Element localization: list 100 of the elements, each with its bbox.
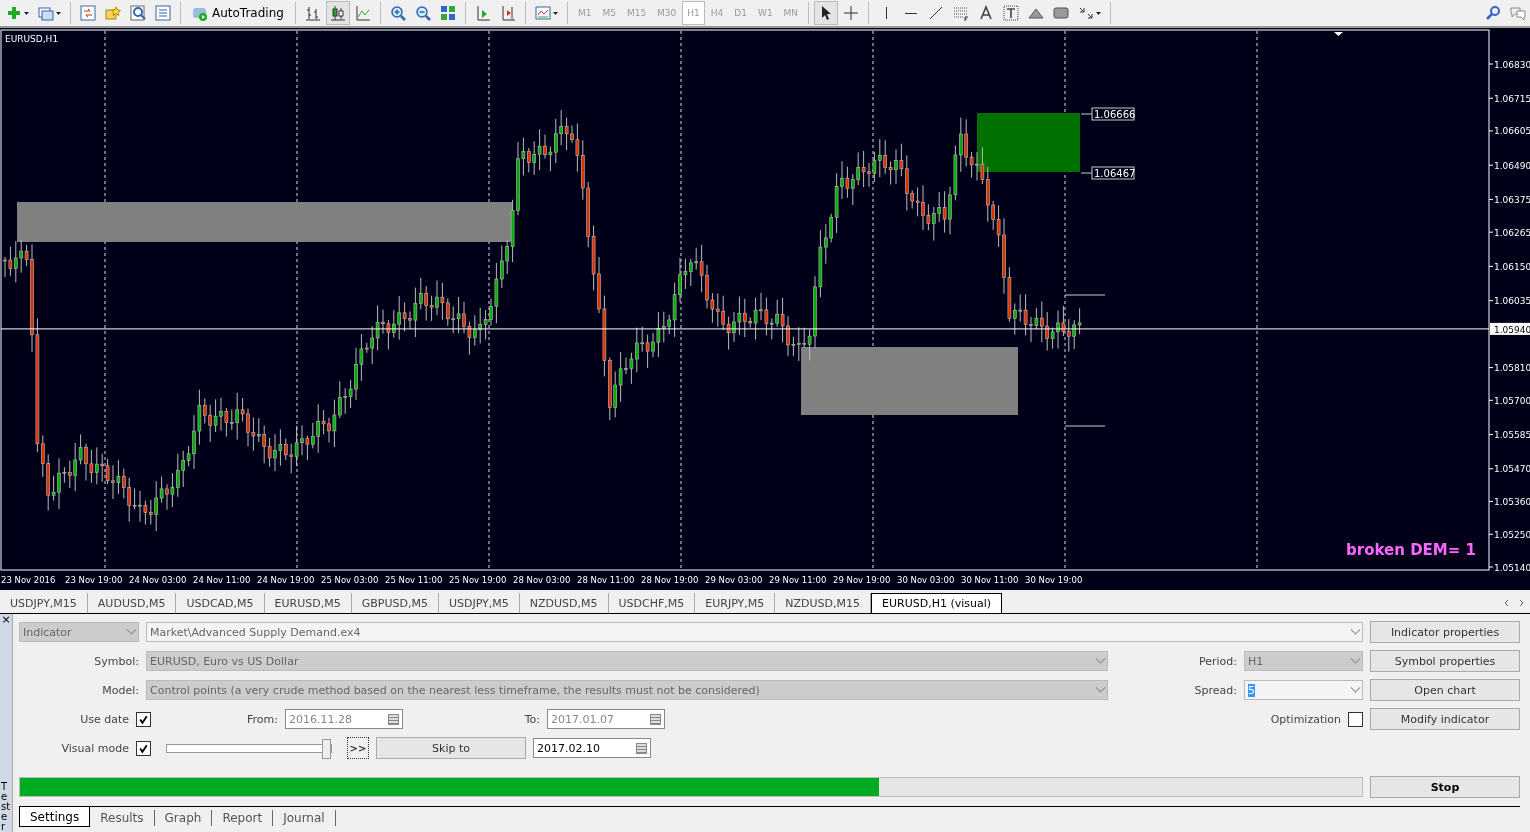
chart-tab[interactable]: EURUSD,H1 (visual): [871, 593, 1003, 613]
time-axis-label: 24 Nov 11:00: [193, 575, 251, 585]
calendar-icon: [650, 713, 661, 725]
time-axis-label: 28 Nov 03:00: [513, 575, 571, 585]
bar-chart-icon: [304, 5, 321, 21]
chart-tab[interactable]: GBPUSD,M5: [351, 593, 439, 613]
zoom-in-icon: [389, 5, 406, 21]
level-line: [1064, 294, 1106, 296]
line-chart-icon: [354, 5, 371, 21]
price-label: 1.06666: [1091, 107, 1136, 121]
trend-line-icon: [928, 5, 945, 21]
leader-line: [1080, 113, 1093, 115]
cursor-button[interactable]: [814, 1, 839, 25]
price-tick-label: 1.06715: [1494, 93, 1530, 104]
price-tick-label: 1.05470: [1494, 464, 1530, 475]
price-tick-label: 1.05700: [1494, 395, 1530, 406]
skip-date-field[interactable]: 2017.02.10: [533, 738, 651, 758]
symbol-properties-button[interactable]: Symbol properties: [1370, 650, 1520, 672]
time-axis-label: 30 Nov 11:00: [961, 575, 1019, 585]
tab-scroll-icon[interactable]: [1504, 599, 1524, 607]
indicator-text: broken DEM= 1: [1346, 541, 1476, 559]
optimization-label: Optimization: [1269, 712, 1341, 726]
auto-scroll-icon: [474, 5, 491, 21]
visual-mode-checkbox[interactable]: [136, 740, 151, 756]
caret-icon: [1096, 11, 1102, 15]
rectangle-icon: [1053, 5, 1070, 21]
candlestick-icon: [329, 5, 346, 21]
time-axis-label: 28 Nov 19:00: [641, 575, 699, 585]
shift-marker-icon: [1334, 32, 1343, 36]
modify-indicator-button[interactable]: Modify indicator: [1370, 708, 1520, 730]
robot-play-icon: [192, 5, 208, 21]
autotrading-button[interactable]: AutoTrading: [186, 1, 290, 25]
caret-icon: [552, 11, 558, 15]
chart-tab[interactable]: AUDUSD,M5: [87, 593, 177, 613]
stop-button[interactable]: Stop: [1370, 776, 1520, 798]
tester-tab[interactable]: Settings: [19, 807, 91, 827]
tester-label: Tester: [1, 782, 11, 832]
close-button[interactable]: ×: [1, 614, 11, 626]
price-tick-label: 1.05140: [1494, 562, 1530, 573]
open-chart-button[interactable]: Open chart: [1370, 679, 1520, 701]
text-label-icon: [1003, 5, 1020, 21]
tester-tab[interactable]: Journal: [273, 810, 336, 826]
from-label: From:: [246, 712, 278, 726]
vertical-line-icon: [885, 7, 887, 19]
market-watch-icon: [80, 5, 96, 21]
to-date-field[interactable]: 2017.01.07: [547, 709, 665, 729]
symbol-label: Symbol:: [93, 654, 139, 668]
crosshair-icon: [843, 5, 860, 21]
new-chart-icon: [6, 5, 22, 21]
price-tick-label: 1.06605: [1494, 126, 1530, 137]
time-axis-label: 29 Nov 11:00: [769, 575, 827, 585]
time-axis-label: 23 Nov 19:00: [65, 575, 123, 585]
fibonacci-icon: [953, 5, 970, 21]
from-date-field[interactable]: 2016.11.28: [285, 709, 403, 729]
chart-tab[interactable]: USDJPY,M15: [0, 593, 88, 613]
zoom-out-icon: [414, 5, 431, 21]
chart-tab[interactable]: USDJPY,M5: [438, 593, 520, 613]
time-axis-label: 29 Nov 19:00: [833, 575, 891, 585]
price-label: 1.06467: [1091, 166, 1136, 180]
symbol-dropdown[interactable]: EURUSD, Euro vs US Dollar: [146, 651, 1108, 671]
indicator-properties-button[interactable]: Indicator properties: [1370, 621, 1520, 643]
price-tick-label: 1.06375: [1494, 194, 1530, 205]
speed-slider[interactable]: [322, 738, 331, 759]
file-dropdown[interactable]: Market\Advanced Supply Demand.ex4: [146, 622, 1363, 642]
chart-tab[interactable]: NZDUSD,M5: [519, 593, 609, 613]
time-axis-label: 23 Nov 2016: [1, 575, 56, 585]
tester-tab[interactable]: Report: [212, 810, 274, 826]
star-folder-icon: [105, 5, 121, 21]
time-axis-label: 30 Nov 19:00: [1025, 575, 1083, 585]
period-label: Period:: [1198, 654, 1237, 668]
price-tick-label: 1.05810: [1494, 363, 1530, 374]
mode-dropdown[interactable]: Indicator: [19, 622, 139, 642]
templates-icon: [534, 5, 551, 21]
time-axis-label: 25 Nov 11:00: [385, 575, 443, 585]
profiles-icon: [38, 5, 54, 21]
optimization-checkbox[interactable]: [1348, 711, 1363, 727]
chart-tab[interactable]: USDCAD,M5: [176, 593, 265, 613]
time-axis-label: 25 Nov 19:00: [449, 575, 507, 585]
model-dropdown[interactable]: Control points (a very crude method based on the nearest less timeframe, the results must not be considered): [146, 680, 1108, 700]
model-label: Model:: [101, 683, 139, 697]
chart-tab[interactable]: EURUSD,M5: [264, 593, 352, 613]
chart-shift-icon: [499, 5, 516, 21]
candlestick-button[interactable]: [325, 1, 350, 25]
time-axis-label: 29 Nov 03:00: [705, 575, 763, 585]
time-axis-label: 30 Nov 03:00: [897, 575, 955, 585]
skip-to-button[interactable]: Skip to: [376, 737, 526, 759]
time-axis-label: 28 Nov 11:00: [577, 575, 635, 585]
horizontal-line-icon: [905, 12, 918, 14]
use-date-checkbox[interactable]: [136, 711, 151, 727]
fast-forward-button[interactable]: >>: [347, 737, 369, 759]
period-dropdown[interactable]: H1: [1244, 651, 1363, 671]
caret-icon: [24, 11, 29, 15]
tester-tab[interactable]: Graph: [154, 810, 213, 826]
tile-windows-icon: [439, 5, 456, 21]
chart-tab[interactable]: EURJPY,M5: [695, 593, 776, 613]
chart-tab[interactable]: USDCHF,M5: [608, 593, 696, 613]
price-tick-label: 1.06490: [1494, 160, 1530, 171]
magnifier-window-icon: [130, 5, 146, 21]
calendar-icon: [636, 742, 647, 754]
tester-tab[interactable]: Results: [90, 810, 155, 826]
